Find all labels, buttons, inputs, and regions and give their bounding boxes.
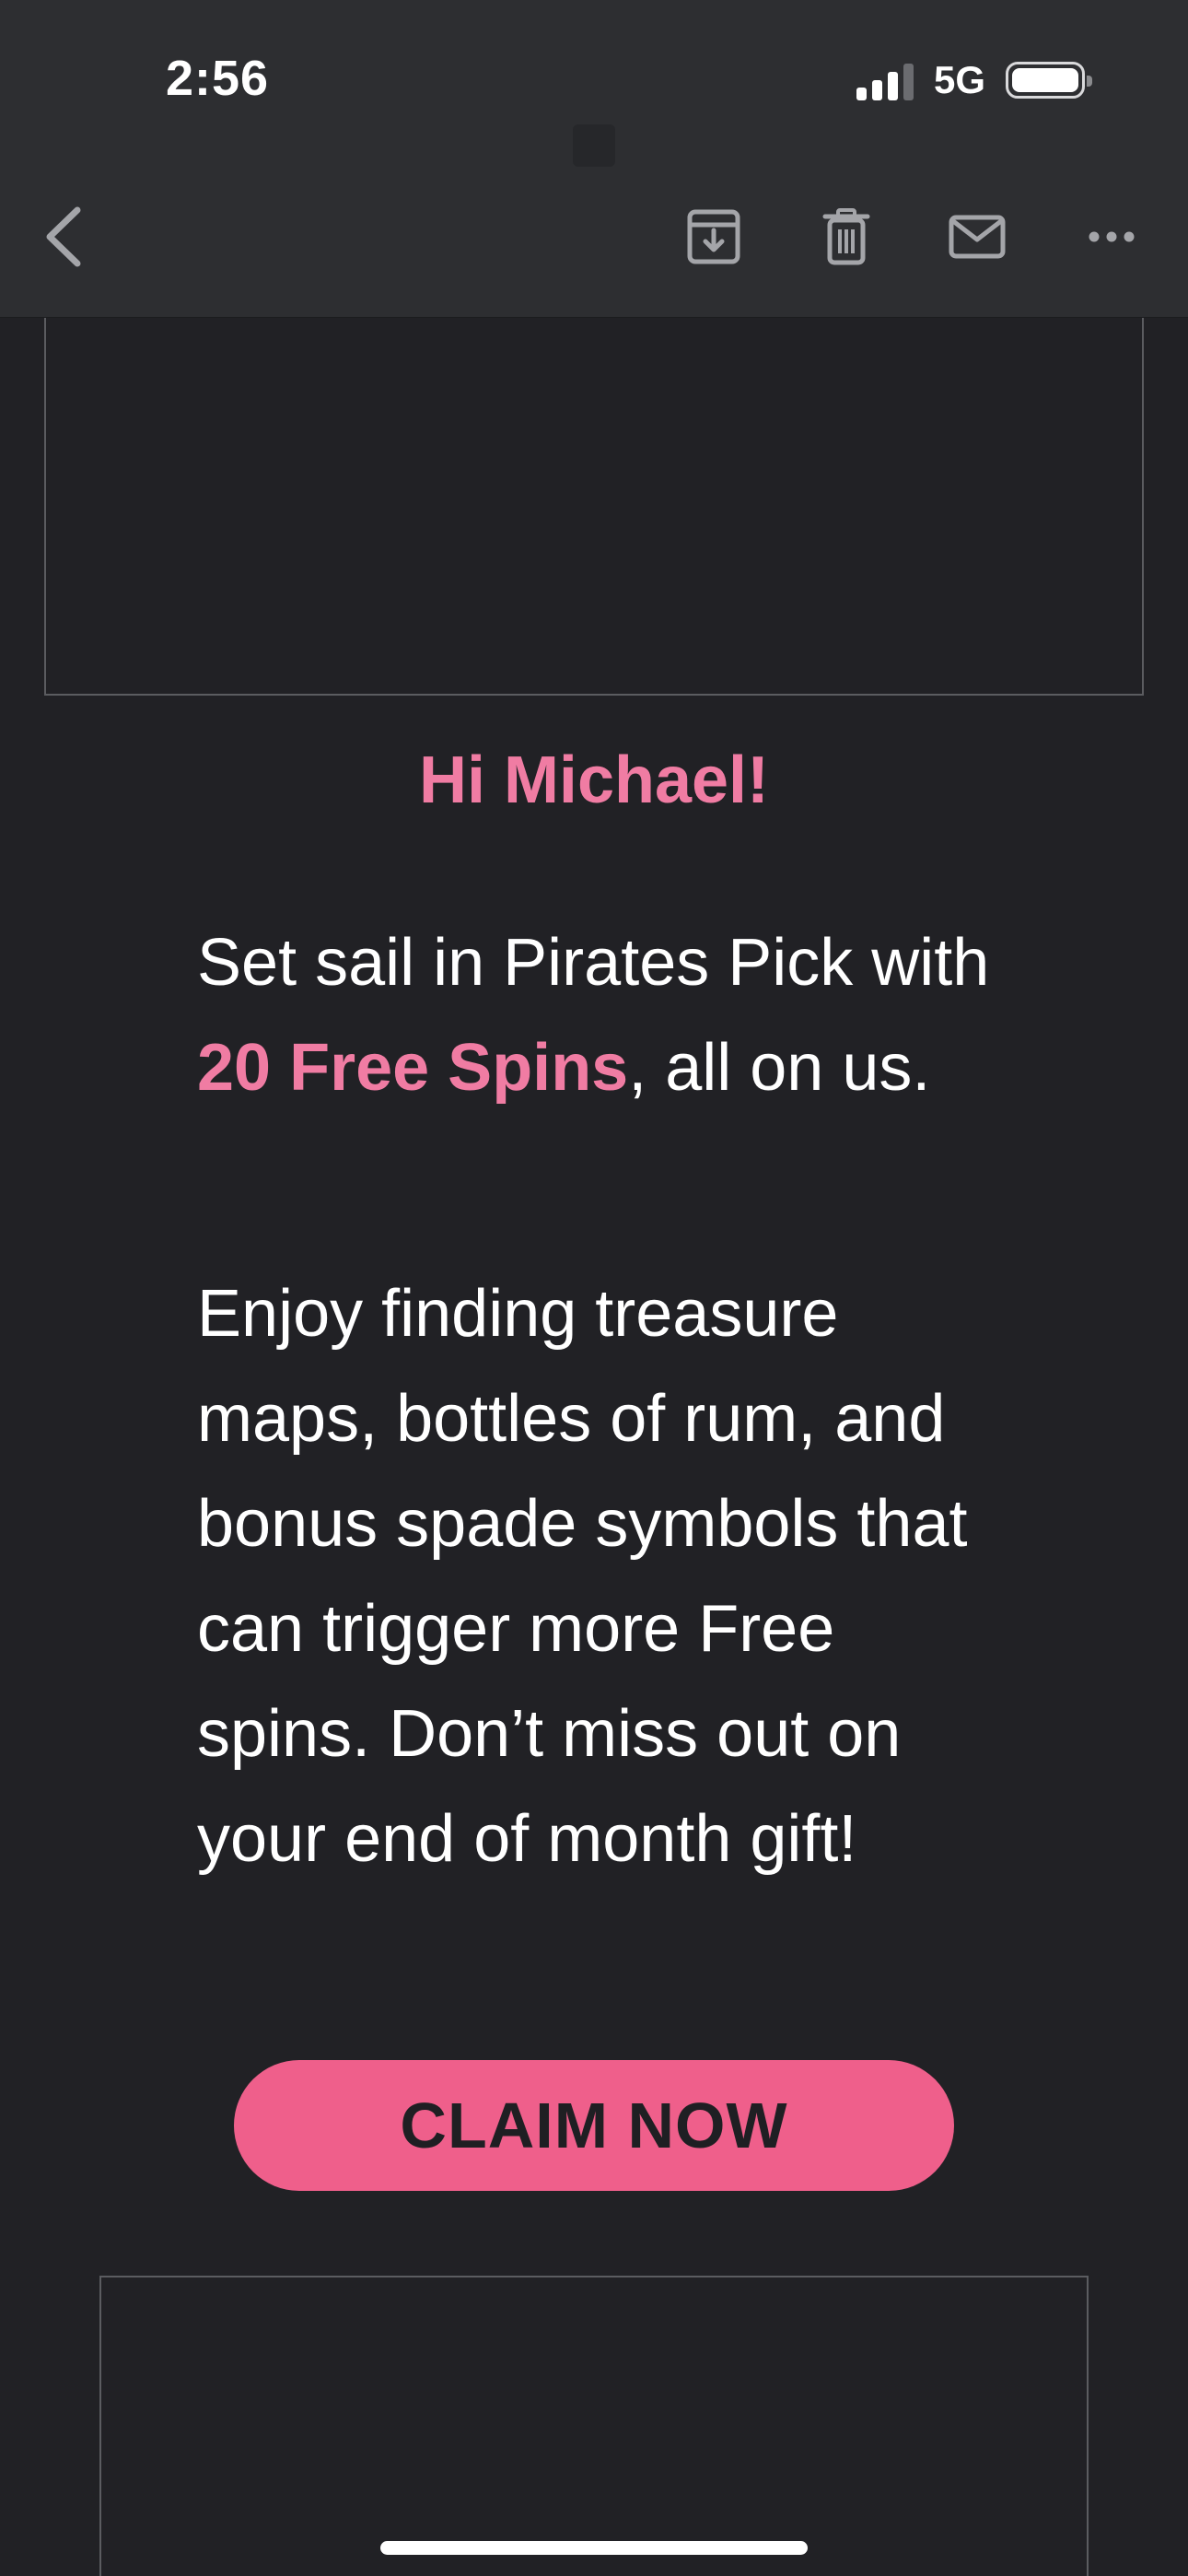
chevron-left-icon[interactable]: [31, 205, 96, 269]
offer-text-start: Set sail in Pirates Pick with: [197, 926, 990, 1000]
network-type: 5G: [933, 58, 985, 101]
camera-indicator: [573, 124, 615, 167]
greeting-heading: Hi Michael!: [418, 744, 770, 817]
archive-icon[interactable]: [681, 205, 746, 269]
mail-icon[interactable]: [945, 205, 1009, 269]
top-bar: 2:56 5G: [0, 0, 1188, 318]
email-screen: 2:56 5G Hi Michael! Set sail in Pirates …: [0, 0, 1188, 2576]
footer-image-placeholder: [99, 2276, 1089, 2576]
status-indicators: 5G: [856, 57, 1092, 103]
status-time: 2:56: [166, 51, 270, 106]
signal-strength-icon: [856, 60, 919, 100]
claim-now-button[interactable]: CLAIM NOW: [234, 2060, 954, 2191]
battery-icon: [1006, 62, 1092, 99]
description-paragraph: Enjoy finding treasure maps, bottles of …: [197, 1277, 968, 1876]
offer-paragraph: Set sail in Pirates Pick with 20 Free Sp…: [197, 910, 1007, 1120]
trash-icon[interactable]: [814, 205, 879, 269]
more-icon[interactable]: [1079, 205, 1144, 269]
header-image-placeholder: [44, 276, 1144, 696]
free-spins-highlight: 20 Free Spins: [197, 1031, 629, 1105]
offer-text-end: , all on us.: [628, 1031, 931, 1105]
home-indicator[interactable]: [380, 2541, 808, 2555]
